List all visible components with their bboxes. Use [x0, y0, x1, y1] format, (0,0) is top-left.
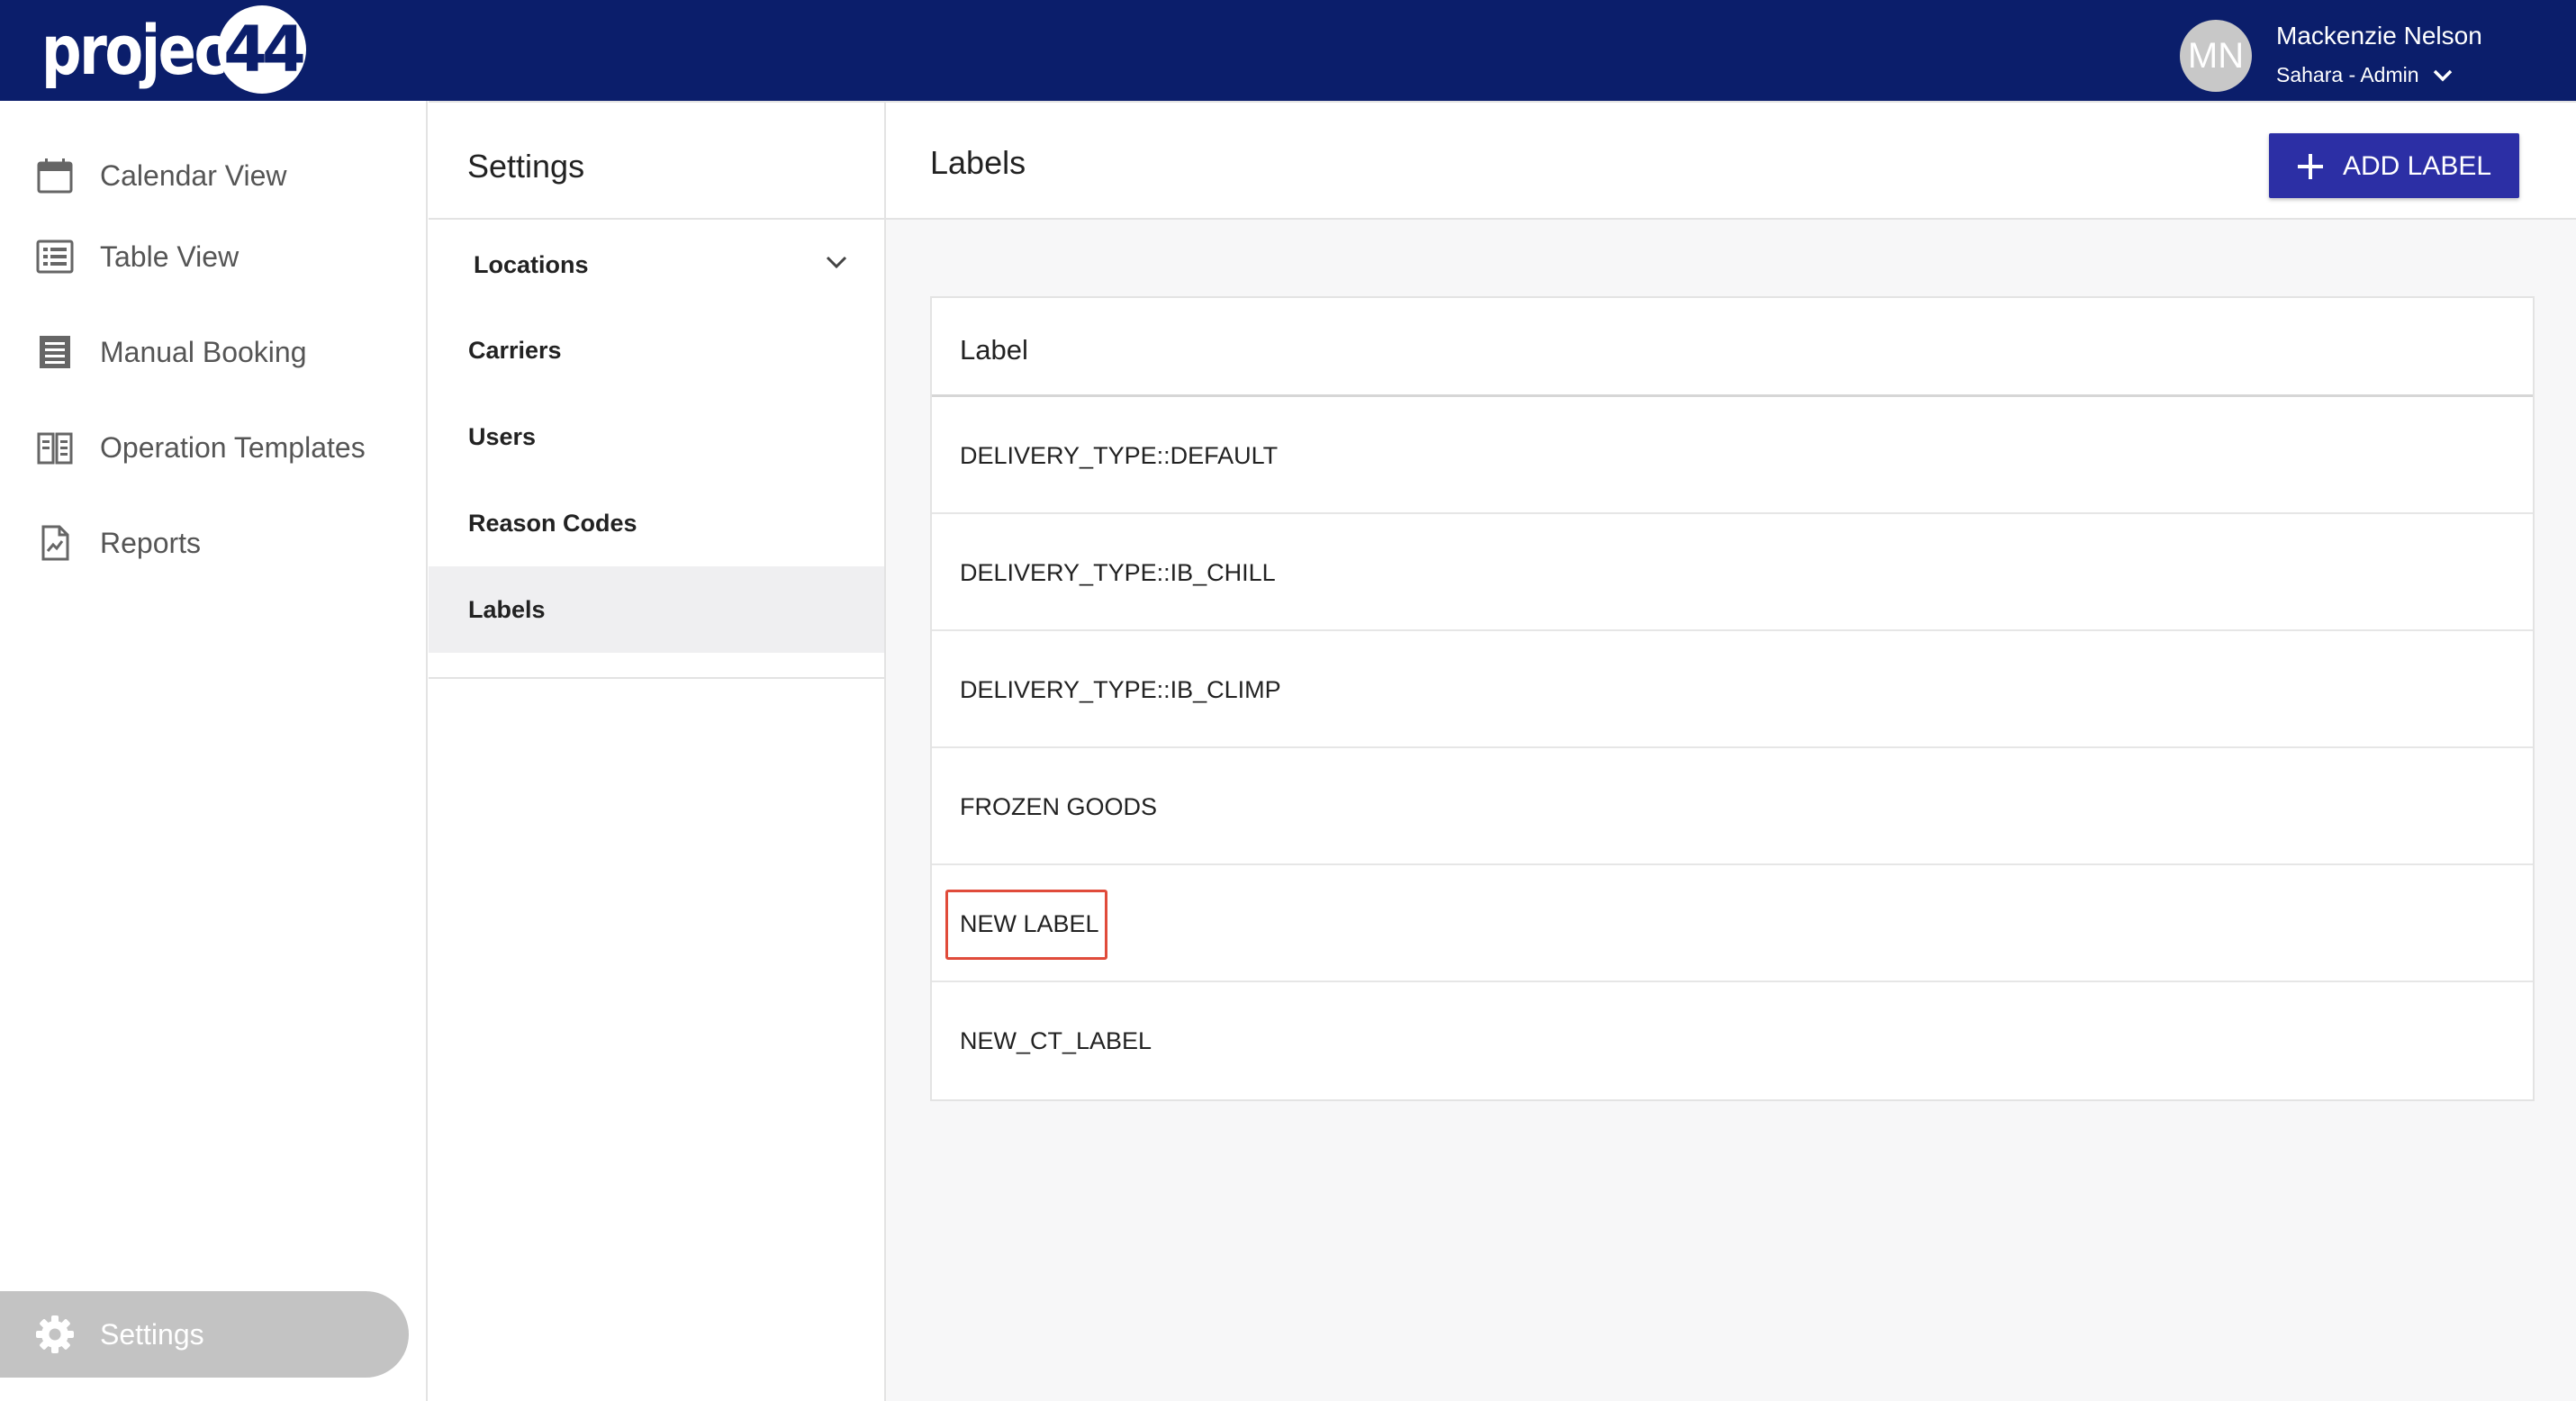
add-label-button[interactable]: ADD LABEL [2269, 133, 2519, 198]
table-row[interactable]: NEW_CT_LABEL [932, 982, 2533, 1099]
table-row[interactable]: DELIVERY_TYPE::IB_CLIMP [932, 631, 2533, 748]
label-cell: NEW LABEL [960, 910, 1099, 937]
submenu-item-labels[interactable]: Labels [429, 566, 884, 653]
submenu-item-reason-codes[interactable]: Reason Codes [429, 480, 884, 566]
label-cell: DELIVERY_TYPE::IB_CLIMP [960, 676, 1281, 703]
sidebar-item-label: Calendar View [100, 158, 287, 192]
submenu-header: Settings [429, 101, 884, 220]
plus-icon [2296, 152, 2325, 188]
document-icon [36, 333, 74, 371]
user-role-dropdown[interactable]: Sahara - Admin [2276, 63, 2454, 88]
report-icon [36, 524, 74, 562]
logo-badge: 44 [218, 5, 306, 94]
side-navigation: Calendar View Table View Manual Booking … [0, 101, 428, 1401]
submenu-item-label: Locations [474, 250, 589, 278]
page-title: Labels [930, 144, 1026, 181]
label-cell: FROZEN GOODS [960, 793, 1158, 820]
sidebar-item-label: Manual Booking [100, 335, 307, 368]
project44-logo[interactable]: project 44 [41, 0, 306, 101]
chevron-down-icon[interactable] [825, 254, 848, 275]
top-bar: project 44 MN Mackenzie Nelson Sahara - … [0, 0, 2576, 101]
submenu-item-label: Users [468, 422, 537, 450]
add-label-button-text: ADD LABEL [2343, 151, 2492, 181]
list-icon [36, 238, 74, 276]
settings-submenu: Settings Locations Carriers Users Reason… [429, 101, 886, 1401]
submenu-title: Settings [467, 148, 585, 185]
label-cell: DELIVERY_TYPE::IB_CHILL [960, 559, 1276, 586]
sidebar-item-label: Reports [100, 526, 202, 559]
column-header-label[interactable]: Label [960, 334, 1028, 366]
table-row[interactable]: DELIVERY_TYPE::IB_CHILL [932, 514, 2533, 631]
table-row[interactable]: NEW LABEL [932, 865, 2533, 982]
sidebar-item-reports[interactable]: Reports [0, 502, 428, 583]
divider [429, 677, 884, 679]
submenu-item-label: Labels [468, 595, 546, 623]
calendar-icon [36, 157, 74, 194]
sidebar-item-table-view[interactable]: Table View [0, 216, 428, 297]
sidebar-item-label: Settings [100, 1317, 204, 1351]
labels-table: Label DELIVERY_TYPE::DEFAULT DELIVERY_TY… [930, 296, 2535, 1101]
user-menu[interactable]: MN Mackenzie Nelson Sahara - Admin [2180, 0, 2576, 101]
user-role: Sahara - Admin [2276, 63, 2419, 86]
submenu-item-users[interactable]: Users [429, 393, 884, 480]
sidebar-item-label: Operation Templates [100, 430, 366, 464]
sidebar-item-calendar-view[interactable]: Calendar View [0, 135, 428, 216]
sidebar-item-settings[interactable]: Settings [0, 1291, 409, 1378]
table-row[interactable]: FROZEN GOODS [932, 748, 2533, 865]
table-header: Label [932, 298, 2533, 397]
submenu-item-carriers[interactable]: Carriers [429, 307, 884, 393]
user-name: Mackenzie Nelson [2276, 22, 2482, 50]
label-cell: DELIVERY_TYPE::DEFAULT [960, 442, 1279, 469]
content-header: Labels ADD LABEL [886, 101, 2576, 220]
gear-icon [34, 1314, 76, 1355]
sidebar-item-operation-templates[interactable]: Operation Templates [0, 407, 428, 488]
table-row[interactable]: DELIVERY_TYPE::DEFAULT [932, 397, 2533, 514]
submenu-item-label: Reason Codes [468, 509, 637, 537]
avatar[interactable]: MN [2180, 20, 2252, 92]
chevron-down-icon[interactable] [2432, 64, 2454, 88]
sidebar-item-label: Table View [100, 240, 240, 273]
book-icon [36, 429, 74, 466]
submenu-item-locations[interactable]: Locations [429, 221, 884, 308]
sidebar-item-manual-booking[interactable]: Manual Booking [0, 312, 428, 393]
label-cell: NEW_CT_LABEL [960, 1027, 1152, 1054]
submenu-item-label: Carriers [468, 336, 562, 364]
